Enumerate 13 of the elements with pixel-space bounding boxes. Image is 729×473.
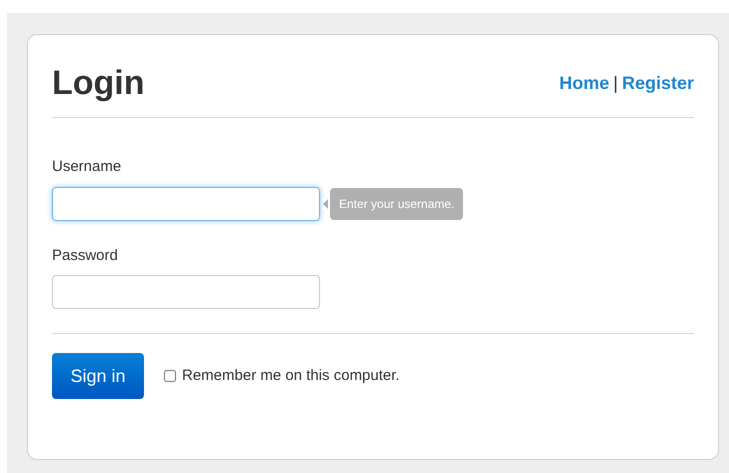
- input-field[interactable]: [52, 186, 320, 220]
- field-label: Password: [52, 246, 119, 266]
- checkbox-label: Remember me on this computer.: [182, 366, 400, 386]
- tooltip-arrow-icon: [323, 198, 328, 208]
- tooltip: Enter your username.: [330, 188, 464, 220]
- input-field[interactable]: [52, 275, 320, 309]
- nav-link[interactable]: Home: [559, 70, 610, 97]
- sign-in-button[interactable]: Sign in: [52, 353, 144, 399]
- nav-link[interactable]: Register: [622, 70, 694, 97]
- remember-checkbox[interactable]: [164, 370, 176, 382]
- nav-separator: |: [613, 72, 618, 95]
- page-title: Login: [52, 63, 145, 103]
- field-label: Username: [52, 157, 122, 177]
